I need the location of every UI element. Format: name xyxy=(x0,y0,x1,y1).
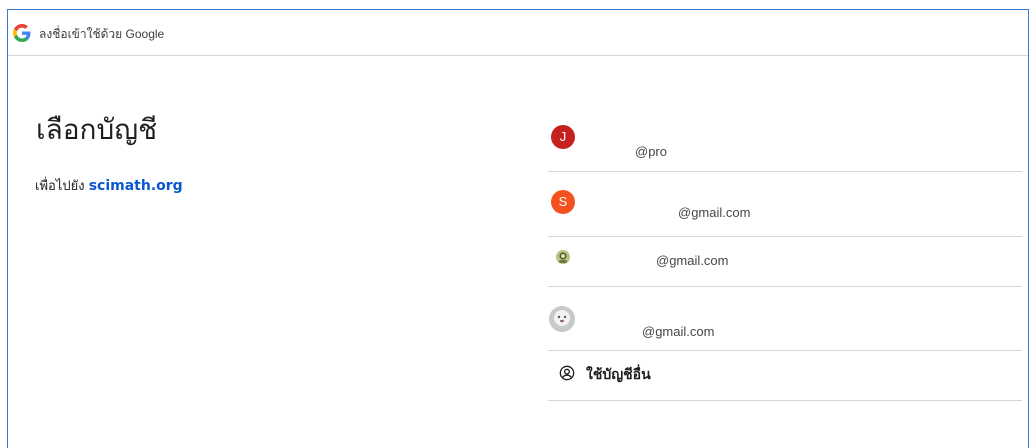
account-item[interactable]: J @pro xyxy=(548,110,1022,172)
avatar: J xyxy=(551,125,575,149)
account-list: J @pro S @gmail.com @gmail.com @gmail.co… xyxy=(548,110,1022,401)
avatar-photo-icon xyxy=(549,306,575,332)
account-email: @pro xyxy=(635,144,667,159)
account-email: @gmail.com xyxy=(642,324,715,339)
account-email: @gmail.com xyxy=(678,205,751,220)
account-item[interactable]: @gmail.com xyxy=(548,237,1022,287)
use-another-account-button[interactable]: ใช้บัญชีอื่น xyxy=(548,351,1022,401)
header-title: ลงชื่อเข้าใช้ด้วย Google xyxy=(39,27,165,41)
account-item[interactable]: @gmail.com xyxy=(548,287,1022,351)
google-g-icon xyxy=(13,24,31,42)
account-item[interactable]: S @gmail.com xyxy=(548,172,1022,237)
header: ลงชื่อเข้าใช้ด้วย Google xyxy=(8,10,1028,56)
site-link[interactable]: scimath.org xyxy=(89,178,183,194)
account-circle-icon xyxy=(559,365,575,381)
avatar-photo-icon xyxy=(556,250,570,264)
subtitle-prefix: เพื่อไปยัง xyxy=(35,179,85,194)
sign-in-window: ลงชื่อเข้าใช้ด้วย Google เลือกบัญชี เพื่… xyxy=(7,9,1029,448)
subtitle: เพื่อไปยัง scimath.org xyxy=(35,175,183,196)
use-another-account-label: ใช้บัญชีอื่น xyxy=(586,367,651,383)
avatar: S xyxy=(551,190,575,214)
account-email: @gmail.com xyxy=(656,253,729,268)
page-title: เลือกบัญชี xyxy=(36,113,158,146)
